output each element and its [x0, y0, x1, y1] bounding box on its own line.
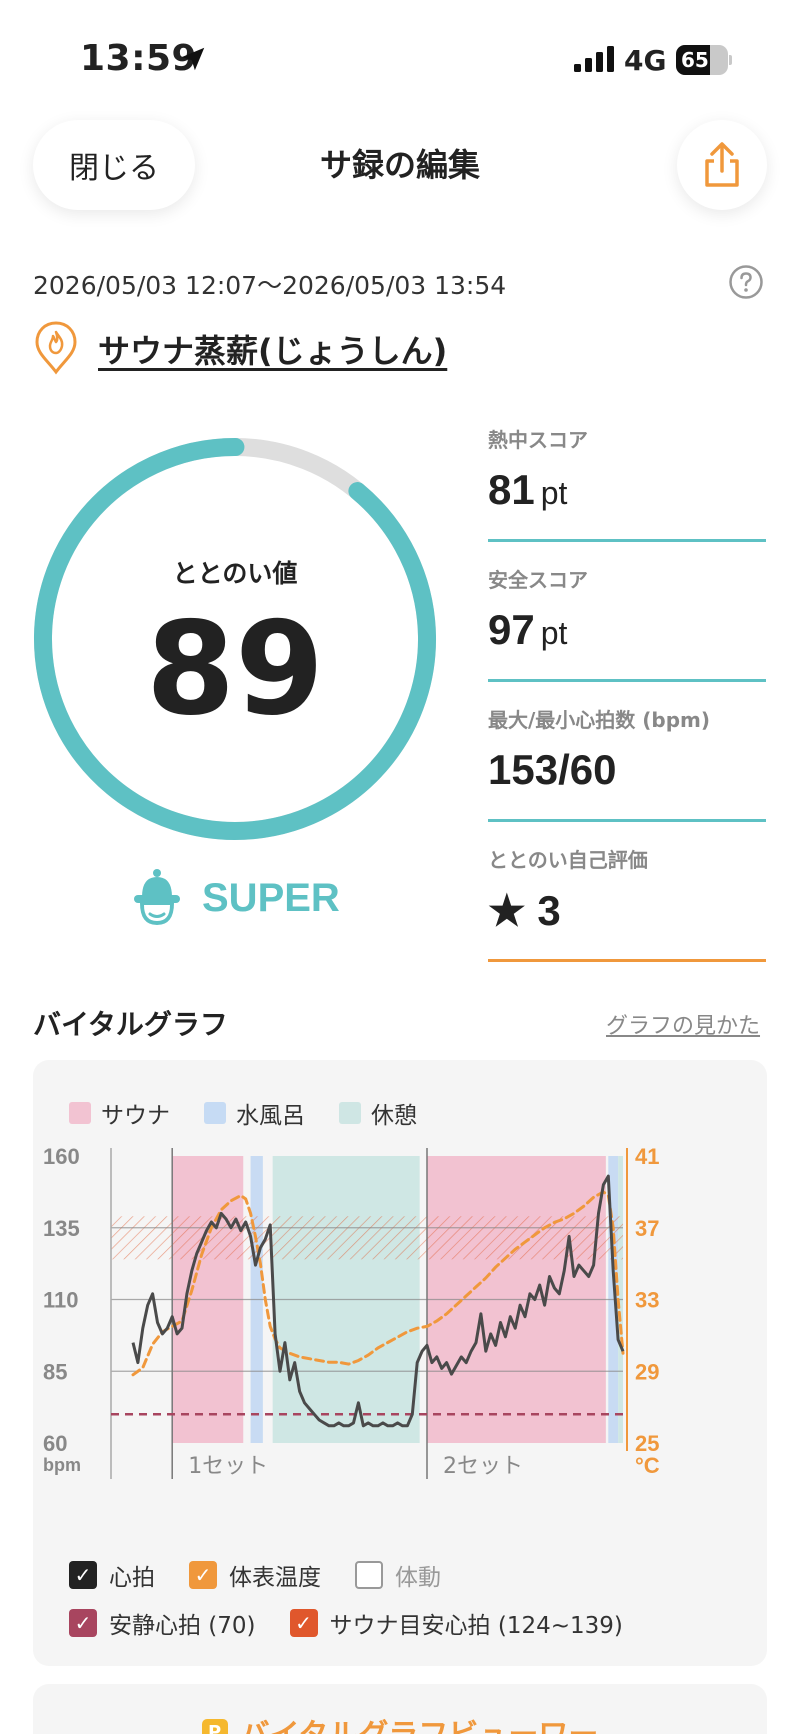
checkbox-checked[interactable]: ✓ — [69, 1561, 97, 1589]
checkbox-checked[interactable]: ✓ — [189, 1561, 217, 1589]
toggle-label: 体表温度 — [229, 1565, 321, 1591]
toggle-skin-temp[interactable]: ✓ 体表温度 — [189, 1558, 321, 1592]
metric-value: ★ 3 — [488, 887, 561, 934]
legend-swatch — [204, 1102, 226, 1124]
y-left-tick-85: 85 — [43, 1359, 67, 1384]
gauge-label: ととのい値 — [172, 559, 298, 588]
network-type: 4G — [624, 44, 667, 77]
cellular-signal-icon — [574, 46, 614, 72]
sauna-place-pin-icon — [35, 321, 77, 375]
rank-badge: SUPER — [130, 866, 340, 930]
premium-badge-icon: P — [201, 1719, 228, 1734]
battery-level: 65 — [681, 48, 709, 72]
target-hr-band — [111, 1216, 623, 1260]
nav-bar: 閉じる サ録の編集 — [0, 120, 800, 210]
viewer-label: バイタルグラフビューワー — [240, 1710, 599, 1734]
toggle-label: サウナ目安心拍 (124~139) — [329, 1613, 623, 1639]
metric-label: 熱中スコア — [488, 428, 588, 452]
metric-value: 81 pt — [488, 466, 568, 513]
metric-value: 153/60 — [488, 746, 617, 793]
sauna-place-link[interactable]: サウナ蒸薪(じょうしん) — [98, 326, 447, 372]
vital-chart[interactable]: 1セット 2セット1601351108560bpm4137332925°C — [33, 1146, 767, 1586]
status-bar: 13:59 4G 65 — [0, 0, 800, 110]
legend-swatch — [339, 1102, 361, 1124]
toggle-heart-rate[interactable]: ✓ 心拍 — [69, 1558, 155, 1592]
metric-label: 最大/最小心拍数 (bpm) — [488, 708, 711, 732]
y-right-unit: °C — [635, 1453, 660, 1478]
legend-label: 休憩 — [371, 1103, 417, 1129]
legend-label: サウナ — [101, 1103, 170, 1129]
set-label-0: 1セット — [188, 1454, 268, 1479]
legend-label: 水風呂 — [236, 1103, 305, 1129]
toggle-body-motion[interactable]: 体動 — [355, 1558, 441, 1592]
session-date-range: 2026/05/03 12:07〜2026/05/03 13:54 — [33, 271, 507, 300]
segment-legend: サウナ 水風呂 休憩 — [69, 1096, 417, 1130]
y-left-tick-110: 110 — [43, 1288, 79, 1313]
battery-indicator: 65 — [676, 45, 732, 75]
gauge-value: 89 — [145, 595, 325, 744]
metric-label: 安全スコア — [488, 568, 588, 592]
toggle-target-hr[interactable]: ✓ サウナ目安心拍 (124~139) — [289, 1606, 623, 1640]
graph-viewer-button[interactable]: P バイタルグラフビューワー — [33, 1684, 767, 1734]
checkbox-checked[interactable]: ✓ — [289, 1609, 318, 1637]
legend-rest: 休憩 — [339, 1096, 417, 1130]
series-toggles: ✓ 心拍 ✓ 体表温度 体動 ✓ 安静心拍 (70) ✓ サウナ目安心拍 (12… — [69, 1558, 623, 1654]
checkbox-unchecked[interactable] — [355, 1561, 383, 1589]
y-right-tick-29: 29 — [635, 1359, 659, 1384]
vital-graph-title: バイタルグラフ — [33, 1008, 228, 1041]
help-icon[interactable] — [728, 264, 764, 300]
legend-water-bath: 水風呂 — [204, 1096, 305, 1130]
sauna-hat-face-icon — [134, 869, 180, 925]
vital-graph-card: サウナ 水風呂 休憩 1セット 2セット 160 135 110 85 60 bpm 41 37 3… — [33, 1060, 767, 1666]
y-left-tick-160: 160 — [43, 1146, 80, 1169]
toggle-label: 体動 — [395, 1565, 441, 1591]
metric-label: ととのい自己評価 — [488, 848, 648, 872]
share-button[interactable] — [677, 120, 767, 210]
share-icon — [705, 142, 739, 187]
toggle-label: 心拍 — [109, 1565, 155, 1591]
rank-label: SUPER — [202, 875, 340, 920]
y-right-tick-37: 37 — [635, 1216, 659, 1241]
metric-self-rating[interactable]: ととのい自己評価 ★ 3 — [488, 844, 766, 962]
legend-swatch — [69, 1102, 91, 1124]
toggle-resting-hr[interactable]: ✓ 安静心拍 (70) — [69, 1606, 256, 1640]
set-label-1: 2セット — [443, 1454, 523, 1479]
metric-heart-rate[interactable]: 最大/最小心拍数 (bpm) 153/60 — [488, 704, 766, 822]
location-arrow-icon — [181, 47, 205, 71]
y-right-tick-33: 33 — [635, 1288, 659, 1313]
legend-sauna: サウナ — [69, 1096, 170, 1130]
toggle-label: 安静心拍 (70) — [109, 1613, 256, 1639]
y-left-tick-60: 60 — [43, 1431, 67, 1456]
metric-safety-score[interactable]: 安全スコア 97 pt — [488, 564, 766, 682]
metric-value: 97 pt — [488, 606, 568, 653]
graph-howto-link[interactable]: グラフの見かた — [606, 1008, 760, 1040]
y-right-tick-41: 41 — [635, 1146, 659, 1169]
y-left-unit: bpm — [43, 1455, 81, 1475]
metric-heat-score[interactable]: 熱中スコア 81 pt — [488, 424, 766, 542]
checkbox-checked[interactable]: ✓ — [69, 1609, 97, 1637]
y-left-tick-135: 135 — [43, 1216, 80, 1241]
